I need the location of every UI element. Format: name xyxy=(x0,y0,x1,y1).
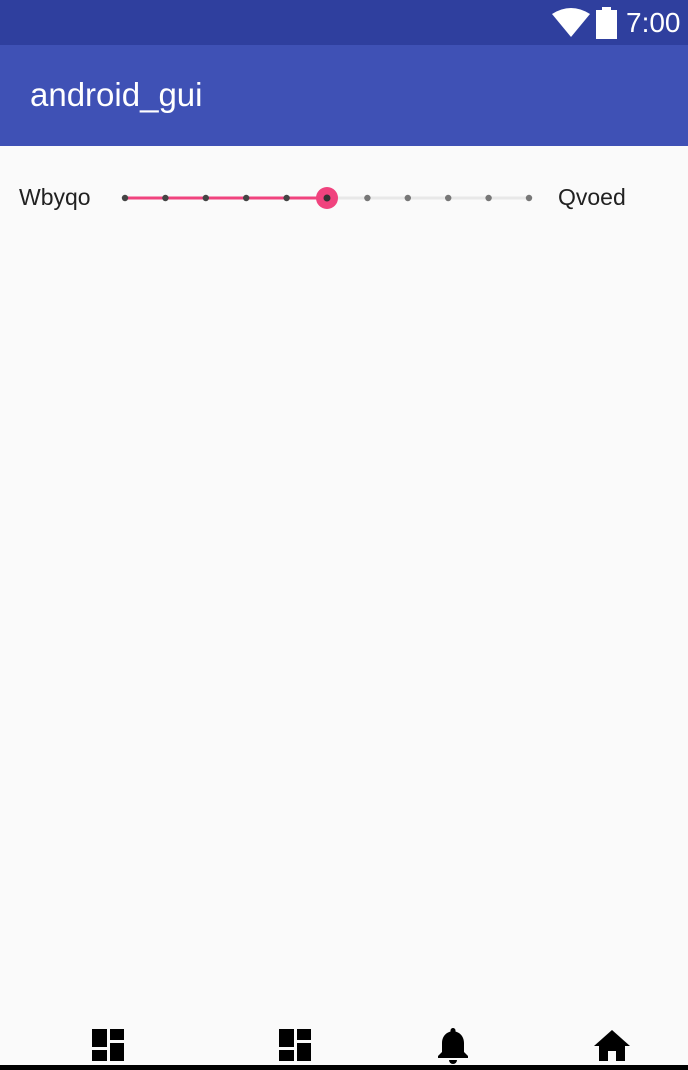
bottom-edge-bar xyxy=(0,1065,688,1070)
nav-item-dashboard-2[interactable] xyxy=(275,1026,315,1064)
nav-item-dashboard-1[interactable] xyxy=(88,1026,128,1064)
seekbar-tick xyxy=(243,194,250,202)
seekbar-max-label: Qvoed xyxy=(558,184,626,210)
seekbar-tick xyxy=(525,194,533,202)
seekbar-min-label: Wbyqo xyxy=(19,184,91,210)
seekbar-tick xyxy=(364,194,371,202)
app-bar: android_gui xyxy=(0,45,688,146)
bottom-navigation xyxy=(0,1016,688,1066)
seekbar-tick xyxy=(404,194,411,202)
home-icon xyxy=(594,1030,630,1061)
bell-icon xyxy=(438,1028,468,1064)
wifi-icon xyxy=(552,8,590,37)
battery-icon xyxy=(596,7,617,39)
seekbar-tick xyxy=(485,194,492,202)
seekbar-tick xyxy=(162,194,169,202)
seekbar-tick xyxy=(283,194,290,202)
seekbar-thumb-tick xyxy=(323,194,331,202)
status-clock: 7:00 xyxy=(626,7,681,38)
seekbar-tick xyxy=(121,194,129,202)
seekbar-tick xyxy=(202,194,209,202)
seekbar-tick xyxy=(445,194,452,202)
app-title: android_gui xyxy=(30,76,203,113)
dashboard-icon xyxy=(92,1029,124,1061)
dashboard-icon xyxy=(279,1029,311,1061)
nav-item-notifications[interactable] xyxy=(433,1026,473,1064)
nav-item-home[interactable] xyxy=(592,1026,632,1064)
discrete-seekbar[interactable] xyxy=(112,170,542,225)
seekbar-track[interactable] xyxy=(112,170,542,225)
seekbar-row: Wbyqo Qvoed xyxy=(0,170,688,225)
status-bar: 7:00 xyxy=(0,0,688,45)
app-screen: 7:00 android_gui Wbyqo Qvoed xyxy=(0,0,688,1070)
